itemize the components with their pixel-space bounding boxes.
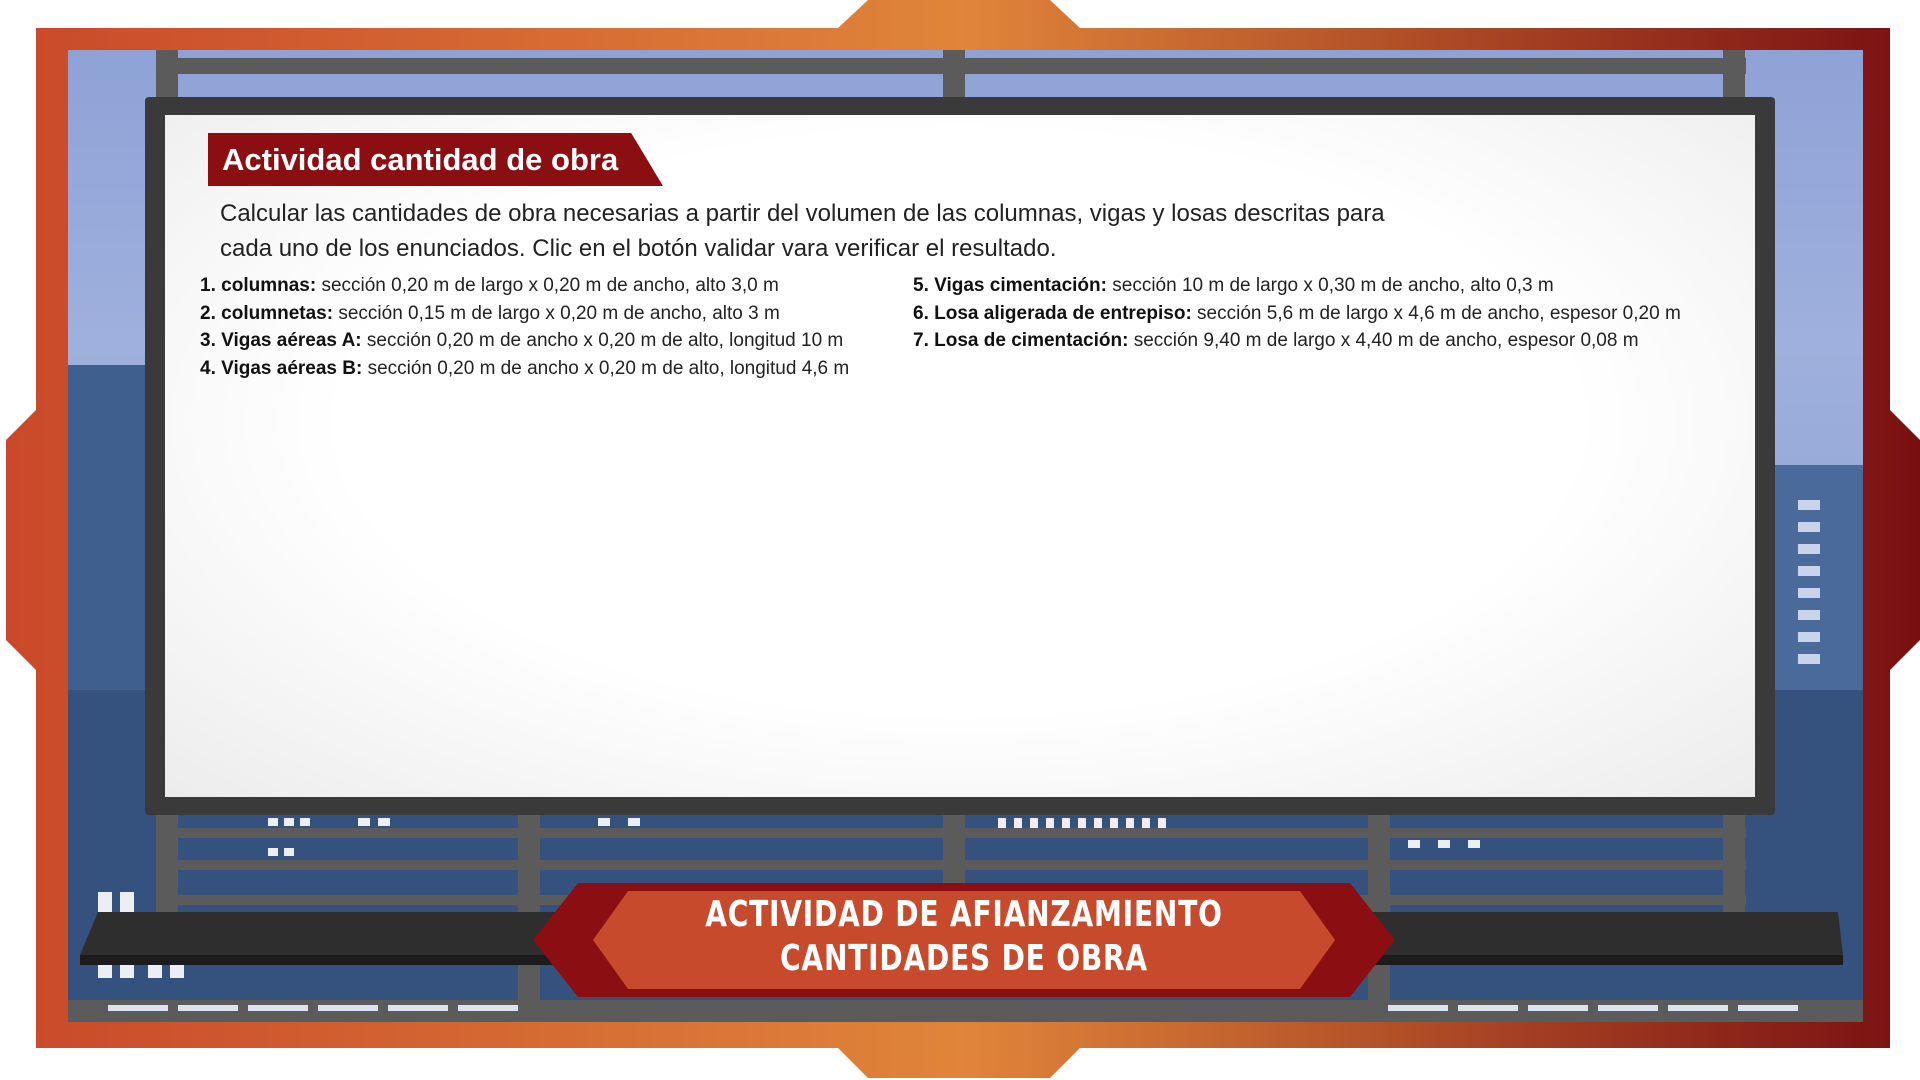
items-list-left: 1. columnas: sección 0,20 m de largo x 0…	[200, 272, 849, 382]
banner-line-2: CANTIDADES DE OBRA	[780, 938, 1148, 979]
banner-line-1: ACTIVIDAD DE AFIANZAMIENTO	[705, 894, 1223, 935]
list-item: 1. columnas: sección 0,20 m de largo x 0…	[200, 275, 779, 296]
instructions-line-1: Calcular las cantidades de obra necesari…	[220, 200, 1385, 227]
instructions-line-2: cada uno de los enunciados. Clic en el b…	[220, 235, 1057, 262]
list-item: 5. Vigas cimentación: sección 10 m de la…	[913, 275, 1554, 296]
list-item: 6. Losa aligerada de entrepiso: sección …	[913, 302, 1681, 324]
list-item: 4. Vigas aéreas B: sección 0,20 m de anc…	[200, 357, 850, 379]
list-item: 3. Vigas aéreas A: sección 0,20 m de anc…	[200, 330, 844, 351]
activity-instructions: Calcular las cantidades de obra necesari…	[220, 196, 1470, 266]
items-list-right: 5. Vigas cimentación: sección 10 m de la…	[913, 272, 1681, 355]
activity-title: Actividad cantidad de obra	[208, 133, 663, 186]
banner-title: ACTIVIDAD DE AFIANZAMIENTO CANTIDADES DE…	[628, 893, 1300, 981]
list-item: 2. columnetas: sección 0,15 m de largo x…	[200, 302, 780, 324]
list-item: 7. Losa de cimentación: sección 9,40 m d…	[913, 330, 1639, 351]
